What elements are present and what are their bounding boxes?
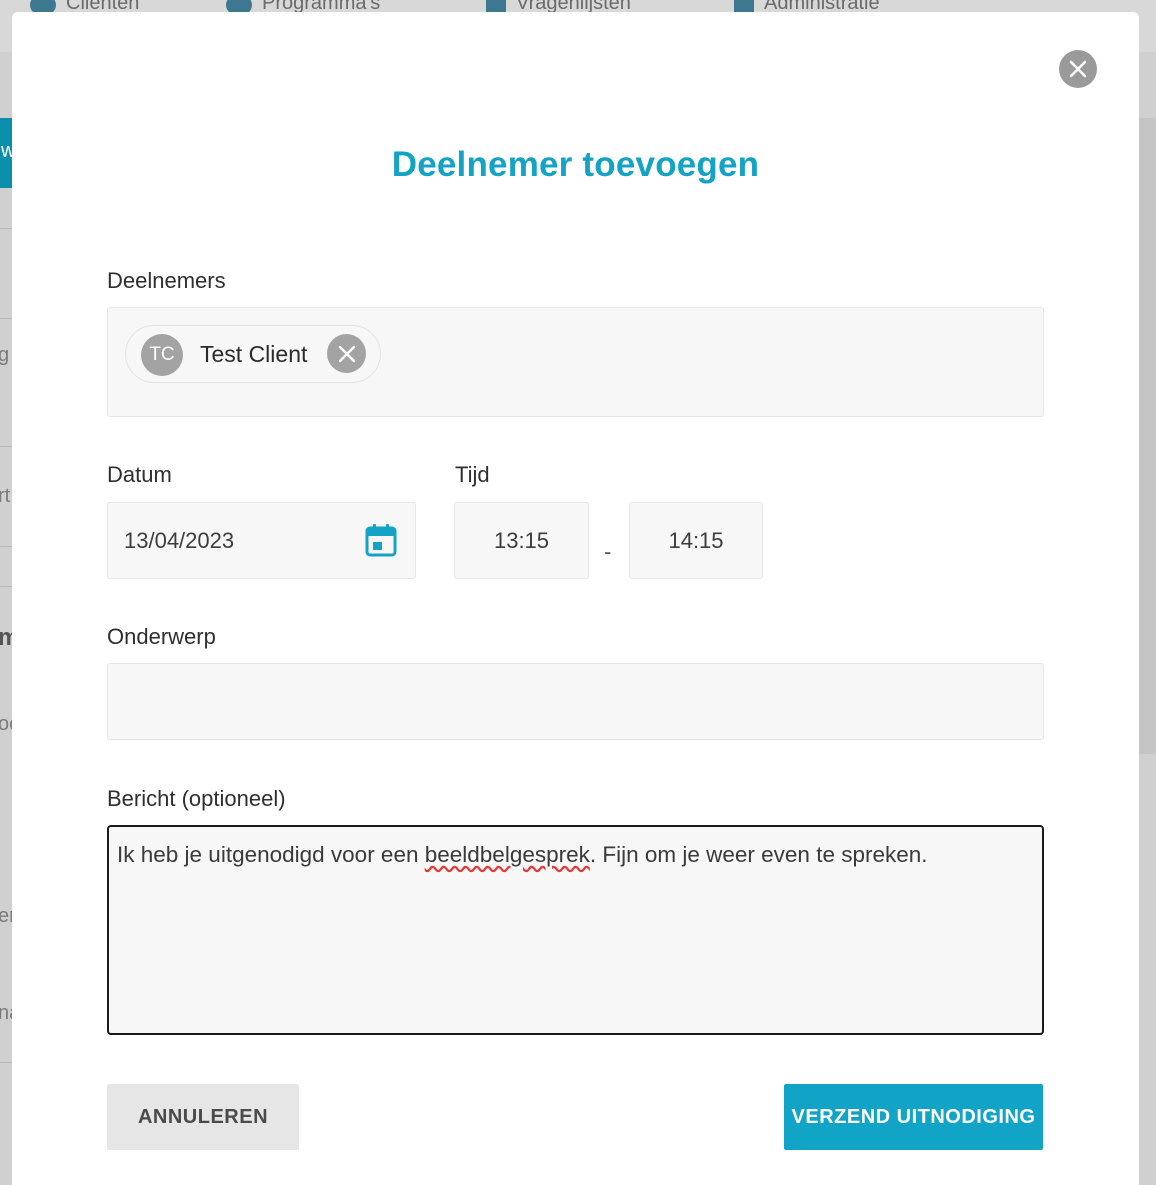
time-separator: - [604,539,612,564]
date-label: Datum [107,462,172,487]
close-button[interactable] [1059,50,1097,88]
divider [0,446,12,447]
subject-input[interactable] [107,663,1044,740]
time-label: Tijd [455,462,490,487]
participants-label: Deelnemers [107,268,226,293]
background-fragment: g [0,344,10,366]
divider [0,546,12,547]
subject-label: Onderwerp [107,624,216,649]
background-right-panel [1139,118,1156,754]
date-field[interactable]: 13/04/2023 [107,502,416,579]
participants-field[interactable]: TC Test Client [107,307,1044,417]
divider [0,228,12,229]
spellcheck-word: beeldbelgesprek [424,842,590,867]
modal-title: Deelnemer toevoegen [391,145,760,184]
divider [0,1062,12,1063]
send-invitation-button[interactable]: VERZEND UITNODIGING [784,1084,1043,1150]
message-text-part: Ik heb je uitgenodigd voor een [117,842,425,867]
divider [0,586,12,587]
date-value: 13/04/2023 [124,528,235,553]
remove-participant-button[interactable] [327,334,366,373]
start-time-field[interactable]: 13:15 [454,502,589,579]
start-time-value: 13:15 [493,528,550,553]
add-participant-modal: Deelnemer toevoegen Deelnemers TC Test C… [12,12,1139,1185]
cancel-button[interactable]: ANNULEREN [107,1084,299,1150]
message-text: Ik heb je uitgenodigd voor een beeldbelg… [117,842,928,868]
divider [0,318,12,319]
participant-name: Test Client [200,341,308,367]
end-time-value: 14:15 [668,528,724,553]
calendar-icon[interactable] [365,523,397,557]
end-time-field[interactable]: 14:15 [629,502,763,579]
background-sidebar-tab: w [0,118,15,188]
close-icon [338,345,355,362]
message-text-part: . Fijn om je weer even te spreken. [589,842,928,867]
message-label: Bericht (optioneel) [107,786,286,811]
participant-chip: TC Test Client [125,325,381,383]
message-textarea[interactable]: Ik heb je uitgenodigd voor een beeldbelg… [107,825,1044,1035]
background-fragment: rt [0,485,11,507]
avatar: TC [141,334,183,376]
close-icon [1069,60,1087,78]
